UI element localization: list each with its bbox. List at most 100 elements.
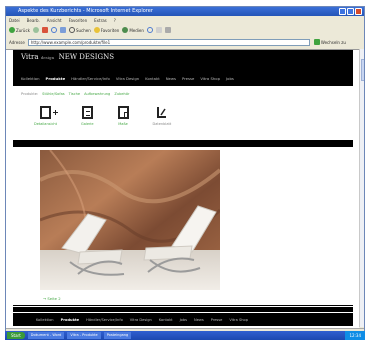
star-icon xyxy=(93,27,100,33)
start-button[interactable]: Start xyxy=(7,332,25,339)
top-nav-item[interactable]: Kollektion xyxy=(21,76,40,81)
document-actions: Detailansicht Galerie Maße Datenblatt xyxy=(34,106,171,126)
sub-nav-item[interactable]: Stühle/Sofas xyxy=(42,92,65,96)
menu-favorites[interactable]: Favoriten xyxy=(69,17,88,24)
chair-photo xyxy=(40,150,220,290)
search-button[interactable]: Suchen xyxy=(68,27,91,33)
address-input[interactable]: http://www.example.com/produkte/file1 xyxy=(27,38,310,46)
site-header: Vitra design NEW DESIGNS Kollektion Prod… xyxy=(13,50,353,86)
menu-view[interactable]: Ansicht xyxy=(47,17,62,24)
top-nav-item[interactable]: Händler/Service/Info xyxy=(71,76,110,81)
address-bar: Adresse http://www.example.com/produkte/… xyxy=(6,37,364,47)
favorites-label: Favoriten xyxy=(100,27,120,33)
top-nav-item[interactable]: Kontakt xyxy=(145,76,160,81)
brand-name: Vitra xyxy=(21,53,39,61)
window-controls xyxy=(339,8,362,15)
history-icon xyxy=(146,27,153,33)
footer-nav-item-active[interactable]: Produkte xyxy=(61,318,80,322)
page-link[interactable]: → Seite 2 xyxy=(43,296,61,301)
home-button[interactable] xyxy=(59,27,66,33)
menu-tools[interactable]: Extras xyxy=(94,17,107,24)
menu-bar: Datei Bearb. Ansicht Favoriten Extras ? xyxy=(6,17,364,24)
go-arrow-icon xyxy=(313,39,320,45)
footer-nav-item[interactable]: Kontakt xyxy=(159,318,173,322)
taskbar-item[interactable]: Vitra - Produkte xyxy=(67,332,101,339)
footer-nav-item[interactable]: Händler/Service/Info xyxy=(86,318,123,322)
sub-nav-item[interactable]: Aufbewahrung xyxy=(84,92,110,96)
doc-label: Galerie xyxy=(80,122,94,126)
menu-help[interactable]: ? xyxy=(114,17,116,24)
address-label: Adresse xyxy=(9,39,25,45)
forward-button[interactable] xyxy=(32,27,39,33)
product-image xyxy=(40,150,220,290)
print-icon xyxy=(164,27,171,33)
document-plus-icon xyxy=(39,106,58,119)
footer-nav: Kollektion Produkte Händler/Service/Info… xyxy=(13,313,353,326)
top-nav-item[interactable]: Vitra Design xyxy=(116,76,139,81)
history-button[interactable] xyxy=(146,27,153,33)
doc-label: Datenblatt xyxy=(152,122,172,126)
vertical-scrollbar[interactable] xyxy=(359,49,364,327)
menu-edit[interactable]: Bearb. xyxy=(27,17,40,24)
taskbar: Start Dokument - Word Vitra - Produkte P… xyxy=(5,331,365,340)
doc-label: Detailansicht xyxy=(34,122,57,126)
home-icon xyxy=(59,27,66,33)
window-title: Aspekte des Kurzberichts - Microsoft Int… xyxy=(18,8,153,14)
sub-nav-item[interactable]: Zubehör xyxy=(114,92,129,96)
footer-nav-item[interactable]: Vitra Shop xyxy=(229,318,248,322)
doc-item-detail[interactable]: Detailansicht xyxy=(34,106,58,126)
footer-nav-item[interactable]: Kollektion xyxy=(36,318,54,322)
clock: 12:34 xyxy=(345,331,365,340)
mail-icon xyxy=(155,27,162,33)
doc-label: Maße xyxy=(118,122,128,126)
back-button[interactable]: Zurück xyxy=(9,27,30,33)
document-lines-icon xyxy=(81,106,93,119)
top-nav-item[interactable]: Jobs xyxy=(226,76,234,81)
search-label: Suchen xyxy=(75,27,91,33)
document-corner-icon xyxy=(117,106,129,119)
brand-right: NEW DESIGNS xyxy=(58,53,115,61)
taskbar-item[interactable]: Dokument - Word xyxy=(27,332,65,339)
doc-item-gallery[interactable]: Galerie xyxy=(81,106,94,126)
divider-line xyxy=(13,305,353,306)
doc-item-dimensions[interactable]: Maße xyxy=(117,106,129,126)
taskbar-item[interactable]: Posteingang xyxy=(103,332,132,339)
pencil-icon xyxy=(157,107,167,118)
print-button[interactable] xyxy=(164,27,171,33)
search-icon xyxy=(68,27,75,33)
footer-nav-item[interactable]: Presse xyxy=(211,318,223,322)
top-nav-item[interactable]: Presse xyxy=(182,76,194,81)
close-button[interactable] xyxy=(355,8,362,15)
top-nav-item[interactable]: News xyxy=(166,76,176,81)
footer-nav-item[interactable]: Vitra Design xyxy=(130,318,152,322)
back-arrow-icon xyxy=(9,27,15,33)
favorites-button[interactable]: Favoriten xyxy=(93,27,120,33)
minimize-button[interactable] xyxy=(339,8,346,15)
media-icon xyxy=(122,27,129,33)
maximize-button[interactable] xyxy=(347,8,354,15)
stop-button[interactable] xyxy=(41,27,48,33)
sub-nav-item[interactable]: Tische xyxy=(69,92,80,96)
doc-item-datasheet[interactable]: Datenblatt xyxy=(152,106,172,126)
menu-file[interactable]: Datei xyxy=(9,17,20,24)
go-button[interactable]: Wechseln zu xyxy=(313,39,346,45)
footer-nav-item[interactable]: Jobs xyxy=(180,318,187,322)
browser-window: Aspekte des Kurzberichts - Microsoft Int… xyxy=(5,6,365,338)
media-button[interactable]: Medien xyxy=(122,27,144,33)
footer-nav-item[interactable]: News xyxy=(194,318,204,322)
refresh-button[interactable] xyxy=(50,27,57,33)
title-bar: Aspekte des Kurzberichts - Microsoft Int… xyxy=(6,7,364,16)
media-label: Medien xyxy=(129,27,144,33)
sub-nav: Produkte: Stühle/Sofas Tische Aufbewahru… xyxy=(21,92,130,96)
brand-sub: design xyxy=(40,55,55,60)
top-nav-item[interactable]: Vitra Shop xyxy=(200,76,220,81)
refresh-icon xyxy=(50,27,57,33)
mail-button[interactable] xyxy=(155,27,162,33)
divider-bar-bottom xyxy=(13,307,353,312)
stop-icon xyxy=(41,27,48,33)
site-logo[interactable]: Vitra design NEW DESIGNS xyxy=(21,53,114,61)
top-nav-item-active[interactable]: Produkte xyxy=(46,76,66,81)
back-label: Zurück xyxy=(16,27,30,33)
scroll-thumb[interactable] xyxy=(361,59,364,81)
toolbar: Zurück Suchen Favoriten Medien xyxy=(6,25,364,35)
